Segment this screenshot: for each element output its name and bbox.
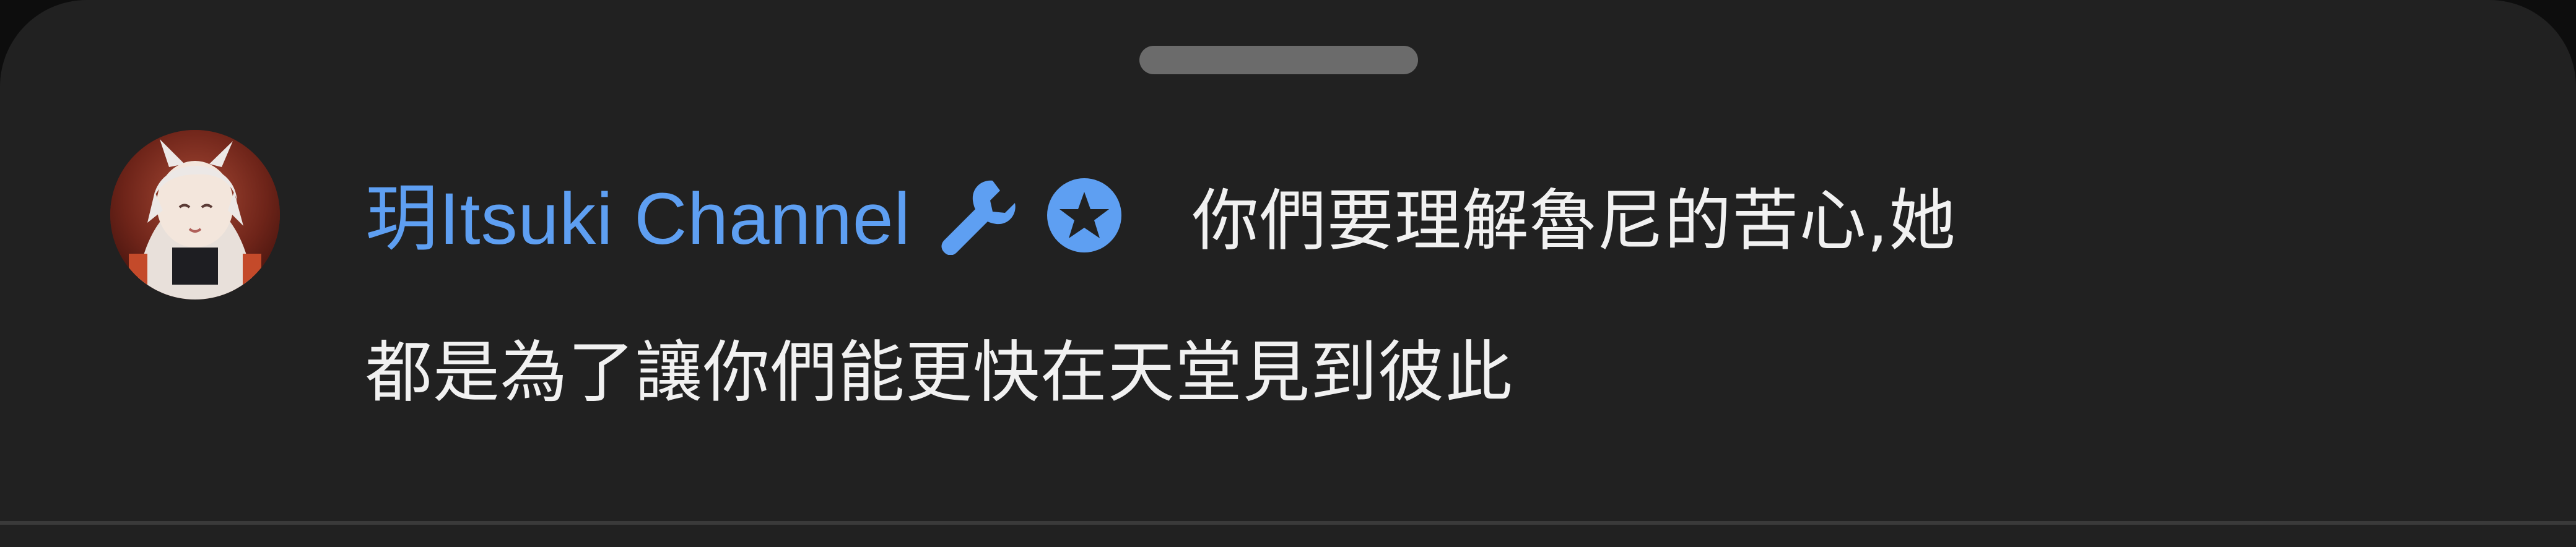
drag-handle[interactable]	[1139, 46, 1418, 74]
avatar-image	[110, 130, 280, 299]
wrench-icon	[938, 157, 1017, 256]
avatar[interactable]	[110, 130, 280, 299]
comment-sheet: 玥Itsuki Channel 你們要理解魯尼的苦心,她都是為了讓你們能更快在天…	[0, 0, 2576, 547]
divider	[0, 521, 2576, 525]
author-name[interactable]: 玥Itsuki Channel	[365, 178, 911, 260]
comment-text-line-1: 你們要理解魯尼的苦心,她	[1191, 183, 1957, 260]
comment-text-line-2: 都是為了讓你們能更快在天堂見到彼此	[365, 334, 1513, 411]
star-circle-icon	[1045, 157, 1124, 252]
comment-body: 玥Itsuki Channel 你們要理解魯尼的苦心,她都是為了讓你們能更快在天…	[365, 144, 2502, 449]
